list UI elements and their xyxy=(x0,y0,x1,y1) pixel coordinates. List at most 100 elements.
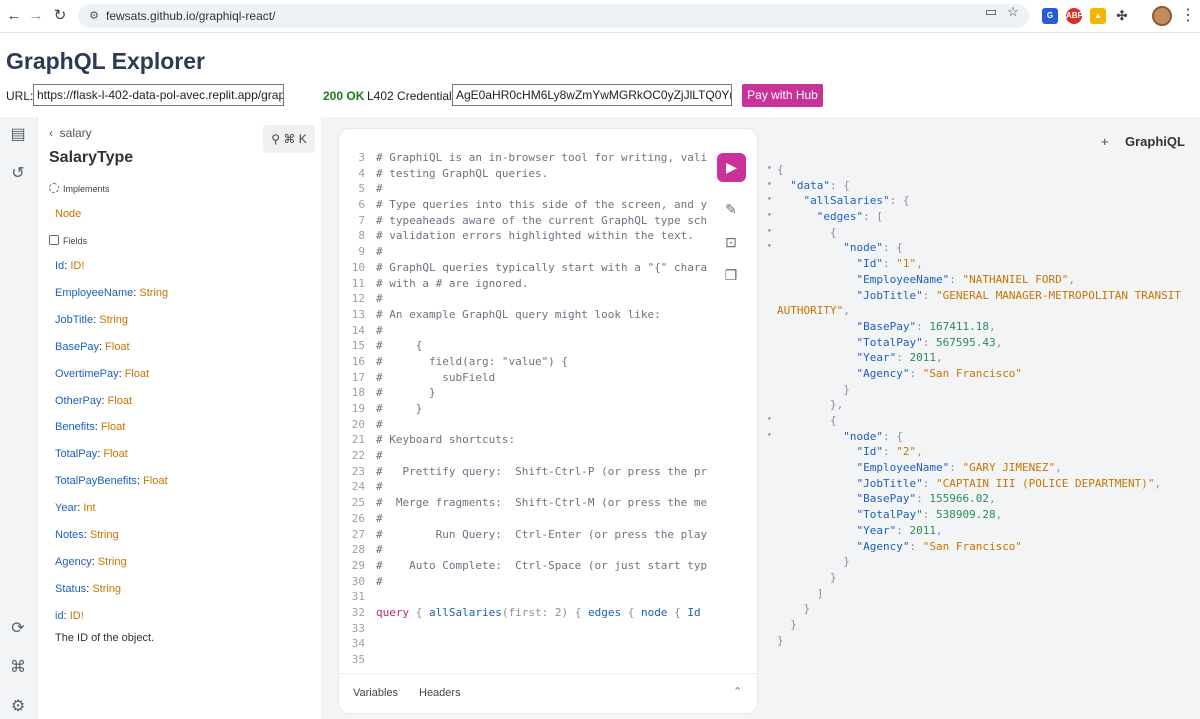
field-type[interactable]: Float xyxy=(103,448,127,460)
magic-wand-icon[interactable]: ✎ xyxy=(722,200,740,218)
code-line[interactable]: 15 # { xyxy=(339,339,707,355)
code-line[interactable]: 9 # xyxy=(339,245,707,261)
add-tab-button[interactable]: + xyxy=(1101,134,1109,149)
extension-icon[interactable]: G xyxy=(1042,8,1058,24)
field-type[interactable]: Float xyxy=(125,368,149,380)
field-item[interactable]: BasePay: Float xyxy=(55,340,130,354)
site-info-icon[interactable]: ⚙ xyxy=(86,8,102,24)
code-text[interactable]: # xyxy=(376,324,383,337)
merge-icon[interactable]: ⊡ xyxy=(722,233,740,251)
field-name[interactable]: Agency xyxy=(55,556,92,568)
fold-arrow-icon[interactable]: ▾ xyxy=(767,226,777,235)
query-tail[interactable]: Id Emp xyxy=(687,606,707,619)
code-line[interactable]: 27 # Run Query: Ctrl-Enter (or press the … xyxy=(339,528,707,544)
fold-arrow-icon[interactable]: ▾ xyxy=(767,241,777,250)
field-name[interactable]: TotalPay xyxy=(55,448,97,460)
code-line[interactable]: 14 # xyxy=(339,324,707,340)
field-type[interactable]: Float xyxy=(143,475,167,487)
code-text[interactable]: # xyxy=(376,543,383,556)
field-type[interactable]: String xyxy=(98,556,127,568)
code-text[interactable]: # testing GraphQL queries. xyxy=(376,167,548,180)
field-name[interactable]: EmployeeName xyxy=(55,287,133,299)
code-text[interactable]: # field(arg: "value") { xyxy=(376,355,568,368)
url-input[interactable]: https://flask-l-402-data-pol-avec.replit… xyxy=(33,84,284,106)
code-line[interactable]: 8 # validation errors highlighted within … xyxy=(339,229,707,245)
query-field[interactable]: allSalaries xyxy=(429,606,502,619)
field-name[interactable]: JobTitle xyxy=(55,314,93,326)
field-type[interactable]: Float xyxy=(105,341,129,353)
code-text[interactable]: # Prettify query: Shift-Ctrl-P (or press… xyxy=(376,465,707,478)
pay-with-hub-button[interactable]: Pay with Hub xyxy=(742,84,823,107)
code-text[interactable]: # An example GraphQL query might look li… xyxy=(376,308,661,321)
field-item[interactable]: EmployeeName: String xyxy=(55,286,168,300)
query-args[interactable]: (first: 2) xyxy=(502,606,568,619)
field-item[interactable]: id: ID! xyxy=(55,609,84,623)
arrow-left-icon[interactable]: ← xyxy=(4,6,24,26)
code-line[interactable]: 34 xyxy=(339,637,707,653)
code-line[interactable]: 26 # xyxy=(339,512,707,528)
arrow-right-icon[interactable]: → xyxy=(26,6,46,26)
field-item[interactable]: JobTitle: String xyxy=(55,313,128,327)
code-line[interactable]: 12 # xyxy=(339,292,707,308)
code-line[interactable]: 13 # An example GraphQL query might look … xyxy=(339,308,707,324)
code-text[interactable]: # } xyxy=(376,386,436,399)
tab-headers[interactable]: Headers xyxy=(419,687,461,699)
code-text[interactable]: # GraphQL queries typically start with a… xyxy=(376,261,707,274)
copy-icon[interactable]: ❐ xyxy=(722,266,740,284)
breadcrumb-label[interactable]: salary xyxy=(60,126,92,140)
field-name[interactable]: Id xyxy=(55,260,64,272)
code-line[interactable]: 5 # xyxy=(339,182,707,198)
query-edges[interactable]: edges xyxy=(588,606,621,619)
field-type[interactable]: Float xyxy=(101,421,125,433)
code-text[interactable]: # Type queries into this side of the scr… xyxy=(376,198,707,211)
field-item[interactable]: Year: Int xyxy=(55,501,96,515)
query-text[interactable]: query { allSalaries(first: 2) { edges { … xyxy=(376,606,707,619)
field-item[interactable]: Status: String xyxy=(55,582,121,596)
history-icon[interactable]: ↺ xyxy=(8,164,28,184)
field-item[interactable]: Agency: String xyxy=(55,555,127,569)
code-text[interactable]: # with a # are ignored. xyxy=(376,277,528,290)
code-line[interactable]: 20 # xyxy=(339,418,707,434)
fold-arrow-icon[interactable]: ▾ xyxy=(767,430,777,439)
code-line[interactable]: 4 # testing GraphQL queries. xyxy=(339,167,707,183)
tab-variables[interactable]: Variables xyxy=(353,687,398,699)
fold-arrow-icon[interactable]: ▾ xyxy=(767,210,777,219)
play-icon[interactable]: ▶ xyxy=(717,153,746,182)
address-url[interactable]: fewsats.github.io/graphiql-react/ xyxy=(106,8,275,24)
reload-icon[interactable]: ↻ xyxy=(50,6,70,26)
query-brace[interactable]: { xyxy=(674,606,681,619)
code-line[interactable]: 16 # field(arg: "value") { xyxy=(339,355,707,371)
code-line[interactable]: 25 # Merge fragments: Shift-Ctrl-M (or pr… xyxy=(339,496,707,512)
field-type[interactable]: Float xyxy=(108,395,132,407)
fold-arrow-icon[interactable]: ▾ xyxy=(767,414,777,423)
code-text[interactable]: # Auto Complete: Ctrl-Space (or just sta… xyxy=(376,559,707,572)
code-line[interactable]: 7 # typeaheads aware of the current Graph… xyxy=(339,214,707,230)
field-name[interactable]: OtherPay xyxy=(55,395,101,407)
field-name[interactable]: OvertimePay xyxy=(55,368,119,380)
code-text[interactable]: # validation errors highlighted within t… xyxy=(376,229,694,242)
code-text[interactable]: # Run Query: Ctrl-Enter (or press the pl… xyxy=(376,528,707,541)
code-line[interactable]: 21 # Keyboard shortcuts: xyxy=(339,433,707,449)
avatar[interactable] xyxy=(1152,6,1172,26)
code-text[interactable]: # Keyboard shortcuts: xyxy=(376,433,515,446)
code-line[interactable]: 35 xyxy=(339,653,707,669)
field-type[interactable]: String xyxy=(99,314,128,326)
query-brace[interactable]: { xyxy=(416,606,423,619)
adblock-icon[interactable]: ABP xyxy=(1066,8,1083,24)
code-line[interactable]: 19 # } xyxy=(339,402,707,418)
implements-link[interactable]: Node xyxy=(55,207,81,221)
code-line[interactable]: 31 xyxy=(339,590,707,606)
code-text[interactable]: # xyxy=(376,245,383,258)
field-type[interactable]: ID! xyxy=(70,260,84,272)
field-item[interactable]: Notes: String xyxy=(55,528,119,542)
field-type[interactable]: ID! xyxy=(70,610,84,622)
code-line[interactable]: 24 # xyxy=(339,480,707,496)
command-icon[interactable]: ⌘ xyxy=(8,658,28,678)
code-line[interactable]: 18 # } xyxy=(339,386,707,402)
breadcrumb[interactable]: ‹ salary xyxy=(49,126,92,140)
install-app-icon[interactable]: ▭ xyxy=(983,4,999,20)
code-text[interactable]: # { xyxy=(376,339,422,352)
code-line[interactable]: 33 xyxy=(339,622,707,638)
address-bar[interactable]: ⚙ fewsats.github.io/graphiql-react/ xyxy=(78,4,1029,28)
field-item[interactable]: TotalPay: Float xyxy=(55,447,128,461)
